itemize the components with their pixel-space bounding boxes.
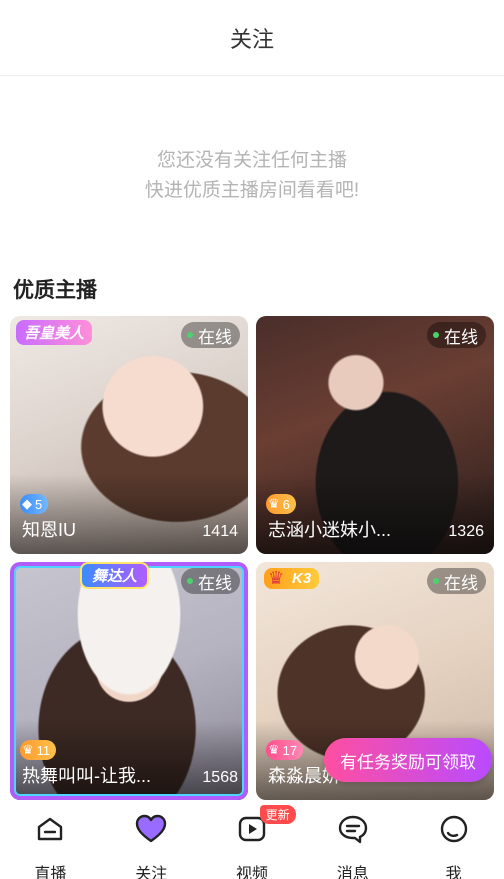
level-badge: ♛ 17 — [266, 740, 304, 760]
viewer-count: 1414 — [202, 523, 238, 540]
online-status: 在线 — [427, 568, 486, 594]
crown-icon: ♛ — [22, 742, 34, 757]
tab-label: 我 — [445, 866, 462, 879]
dancer-badge: 舞达人 — [80, 562, 150, 589]
tab-video[interactable]: 更新 视频 — [202, 800, 303, 879]
level-badge: ♛ 11 — [20, 740, 57, 760]
tab-label: 视频 — [235, 866, 268, 879]
task-reward-button[interactable]: 有任务奖励可领取 — [324, 738, 492, 782]
tab-label: 消息 — [336, 866, 369, 879]
online-dot — [187, 332, 193, 338]
empty-state: 您还没有关注任何主播 快进优质主播房间看看吧! — [0, 146, 504, 206]
crown-icon: ♛ — [268, 568, 285, 588]
live-icon — [33, 814, 67, 844]
diamond-icon: ◆ — [22, 496, 32, 511]
viewer-count: 1326 — [448, 523, 484, 540]
streamer-name: 热舞叫叫-让我... — [22, 766, 151, 786]
online-dot — [187, 578, 193, 584]
online-dot — [433, 332, 439, 338]
streamer-card[interactable]: 吾皇美人 在线 ◆ 5 知恩IU 1414 — [10, 316, 248, 554]
tab-label: 直播 — [34, 866, 67, 879]
tab-live[interactable]: 直播 — [0, 800, 101, 879]
tab-label: 关注 — [135, 866, 168, 879]
streamer-card[interactable]: 在线 ♛ 6 志涵小迷妹小... 1326 — [256, 316, 494, 554]
crown-icon: ♛ — [268, 496, 280, 511]
online-status: 在线 — [181, 568, 240, 594]
crown-icon: ♛ — [268, 742, 280, 757]
streamer-name: 志涵小迷妹小... — [268, 520, 392, 540]
tab-messages[interactable]: 消息 — [302, 800, 403, 879]
bottom-tabbar: 直播 关注 更新 视频 消息 我 — [0, 800, 504, 879]
section-title: 优质主播 — [13, 279, 97, 302]
level-badge: ◆ 5 — [20, 494, 49, 514]
online-status: 在线 — [427, 322, 486, 348]
tab-me[interactable]: 我 — [403, 800, 504, 879]
online-status: 在线 — [181, 322, 240, 348]
update-badge: 更新 — [259, 805, 296, 824]
profile-icon — [437, 814, 471, 844]
online-dot — [433, 578, 439, 584]
page-title: 关注 — [229, 26, 274, 52]
tab-follow[interactable]: 关注 — [101, 800, 202, 879]
streamer-card[interactable]: 舞达人 在线 ♛ 11 热舞叫叫-让我... 1568 — [10, 562, 248, 800]
empty-state-line1: 您还没有关注任何主播 — [156, 150, 347, 171]
level-badge: ♛ 6 — [266, 494, 296, 514]
vip-badge: 吾皇美人 — [16, 320, 93, 345]
k3-badge: ♛ K3 — [264, 568, 320, 589]
header: 关注 — [0, 0, 504, 76]
viewer-count: 1568 — [202, 769, 238, 786]
heart-icon — [134, 814, 168, 844]
streamer-grid: 吾皇美人 在线 ◆ 5 知恩IU 1414 在线 ♛ 6 志涵小迷妹小... 1… — [10, 316, 494, 800]
message-icon — [336, 814, 370, 844]
empty-state-line2: 快进优质主播房间看看吧! — [144, 180, 360, 201]
streamer-name: 知恩IU — [22, 520, 76, 540]
